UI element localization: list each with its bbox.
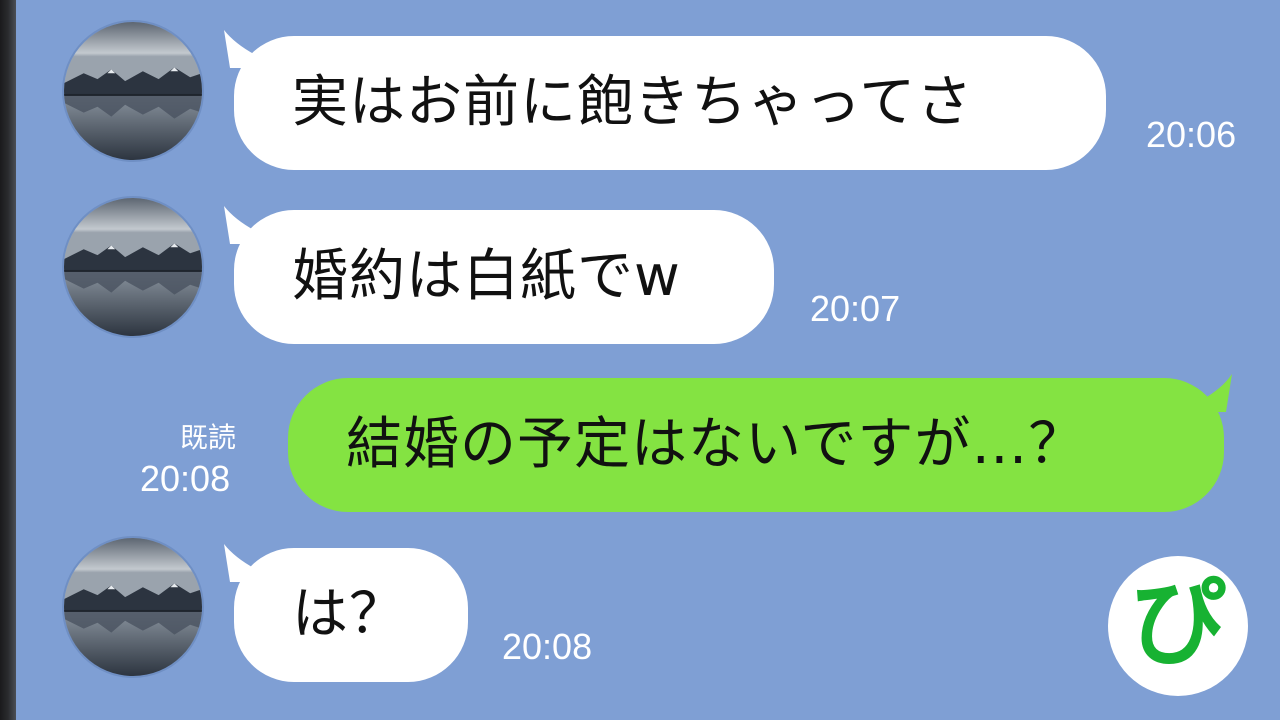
message-timestamp: 20:07 bbox=[810, 288, 901, 329]
message-text: 実はお前に飽きちゃってさ bbox=[292, 70, 974, 135]
incoming-message-bubble[interactable]: は？ bbox=[234, 548, 468, 682]
outgoing-message-bubble[interactable]: 結婚の予定はないですが…？ bbox=[288, 378, 1224, 512]
logo-text: ぴ bbox=[1130, 567, 1226, 679]
message-timestamp: 20:08 bbox=[502, 626, 593, 667]
message-timestamp: 20:08 bbox=[140, 458, 231, 499]
incoming-message-bubble[interactable]: 実はお前に飽きちゃってさ bbox=[234, 36, 1106, 170]
contact-avatar[interactable] bbox=[62, 20, 204, 162]
message-text: 婚約は白紙でw bbox=[292, 244, 681, 309]
message-timestamp: 20:06 bbox=[1146, 114, 1237, 155]
incoming-message-bubble[interactable]: 婚約は白紙でw bbox=[234, 210, 774, 344]
message-text: は？ bbox=[292, 582, 406, 647]
device-edge bbox=[0, 0, 16, 720]
contact-avatar[interactable] bbox=[62, 196, 204, 338]
message-text: 結婚の予定はないですが…？ bbox=[346, 412, 1086, 477]
read-receipt: 既読 bbox=[180, 421, 237, 454]
contact-avatar[interactable] bbox=[62, 536, 204, 678]
bubble-tail bbox=[1190, 374, 1232, 412]
channel-logo: ぴ bbox=[1108, 556, 1248, 696]
